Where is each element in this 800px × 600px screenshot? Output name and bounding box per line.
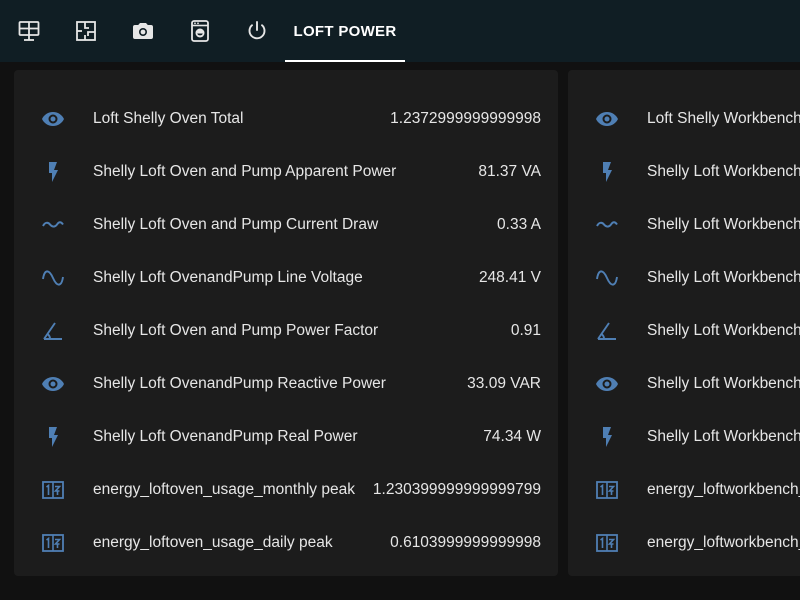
top-toolbar: LOFT POWER bbox=[0, 0, 800, 62]
entities-card-loft-oven: Loft Shelly Oven Total 1.237299999999999… bbox=[14, 70, 558, 576]
entity-value: 248.41 V bbox=[478, 268, 541, 286]
entity-value: 74.34 W bbox=[483, 427, 541, 445]
entity-value: 0.91 bbox=[510, 321, 541, 339]
entity-name: Shelly Loft Workbench bbox=[647, 321, 800, 339]
floorplan-icon bbox=[75, 21, 96, 41]
entities-card-loft-workbench: Loft Shelly Workbench Shelly Loft Workbe… bbox=[568, 70, 800, 576]
entity-value: 81.37 VA bbox=[478, 162, 541, 180]
tab-loft-power[interactable]: LOFT POWER bbox=[285, 0, 405, 62]
sine-wave-icon bbox=[40, 265, 66, 291]
angle-icon bbox=[40, 318, 66, 344]
tab-dashboard[interactable] bbox=[0, 0, 57, 62]
entity-row[interactable]: Shelly Loft Workbench bbox=[568, 251, 800, 304]
entity-name: Shelly Loft OvenandPump Real Power bbox=[93, 427, 358, 445]
entity-row[interactable]: Shelly Loft Workbench bbox=[568, 410, 800, 463]
entity-row[interactable]: Loft Shelly Workbench bbox=[568, 92, 800, 145]
entity-row[interactable]: Loft Shelly Oven Total 1.237299999999999… bbox=[14, 92, 558, 145]
entity-row[interactable]: energy_loftoven_usage_monthly peak 1.230… bbox=[14, 463, 558, 516]
washing-machine-icon bbox=[190, 20, 209, 42]
entity-value: 1.230399999999999799 bbox=[372, 480, 541, 498]
entity-name: Shelly Loft Workbench bbox=[647, 268, 800, 286]
entity-name: Shelly Loft Oven and Pump Apparent Power bbox=[93, 162, 397, 180]
entity-row[interactable]: energy_loftworkbench_ bbox=[568, 463, 800, 516]
angle-icon bbox=[594, 318, 620, 344]
entity-name: Loft Shelly Oven Total bbox=[93, 109, 244, 127]
entity-row[interactable]: Shelly Loft Oven and Pump Current Draw 0… bbox=[14, 198, 558, 251]
entity-value: 0.33 A bbox=[497, 215, 541, 233]
entity-value: 1.2372999999999998 bbox=[390, 109, 541, 127]
eye-icon bbox=[594, 106, 620, 132]
entity-row[interactable]: Shelly Loft Workbench bbox=[568, 304, 800, 357]
flash-icon bbox=[40, 159, 66, 185]
camera-icon bbox=[132, 23, 153, 39]
entity-name: Shelly Loft Workbench bbox=[647, 427, 800, 445]
entity-row[interactable]: energy_loftoven_usage_daily peak 0.61039… bbox=[14, 516, 558, 569]
sine-wave-icon bbox=[594, 265, 620, 291]
entity-row[interactable]: Shelly Loft OvenandPump Reactive Power 3… bbox=[14, 357, 558, 410]
flash-icon bbox=[40, 424, 66, 450]
eye-icon bbox=[40, 371, 66, 397]
entity-row[interactable]: Shelly Loft Workbench bbox=[568, 198, 800, 251]
dashboard-icon bbox=[18, 21, 39, 41]
entity-name: Loft Shelly Workbench bbox=[647, 109, 800, 127]
entity-name: Shelly Loft Workbench bbox=[647, 215, 800, 233]
entity-name: Shelly Loft Oven and Pump Power Factor bbox=[93, 321, 379, 339]
entity-name: energy_loftoven_usage_daily peak bbox=[93, 533, 333, 551]
tab-camera[interactable] bbox=[114, 0, 171, 62]
entity-row[interactable]: Shelly Loft Workbench bbox=[568, 145, 800, 198]
entity-row[interactable]: Shelly Loft Workbench bbox=[568, 357, 800, 410]
tab-loft-power-label: LOFT POWER bbox=[293, 22, 397, 40]
entity-row[interactable]: Shelly Loft Oven and Pump Apparent Power… bbox=[14, 145, 558, 198]
dashboard-content: Loft Shelly Oven Total 1.237299999999999… bbox=[0, 62, 800, 600]
tab-laundry[interactable] bbox=[171, 0, 228, 62]
power-icon bbox=[248, 21, 265, 40]
entity-name: Shelly Loft Workbench bbox=[647, 162, 800, 180]
entity-value: 0.6103999999999998 bbox=[390, 533, 541, 551]
counter-icon bbox=[594, 530, 620, 556]
flash-icon bbox=[594, 159, 620, 185]
tab-power[interactable] bbox=[228, 0, 285, 62]
flash-icon bbox=[594, 424, 620, 450]
entity-name: energy_loftoven_usage_monthly peak bbox=[93, 480, 355, 498]
entity-row[interactable]: Shelly Loft Oven and Pump Power Factor 0… bbox=[14, 304, 558, 357]
eye-icon bbox=[594, 371, 620, 397]
entity-name: energy_loftworkbench_ bbox=[647, 533, 800, 551]
entity-name: Shelly Loft OvenandPump Line Voltage bbox=[93, 268, 363, 286]
counter-icon bbox=[40, 530, 66, 556]
entity-name: energy_loftworkbench_ bbox=[647, 480, 800, 498]
entity-value: 33.09 VAR bbox=[467, 374, 541, 392]
current-ac-icon bbox=[594, 212, 620, 238]
eye-icon bbox=[40, 106, 66, 132]
tab-floorplan[interactable] bbox=[57, 0, 114, 62]
entity-name: Shelly Loft Oven and Pump Current Draw bbox=[93, 215, 379, 233]
counter-icon bbox=[594, 477, 620, 503]
entity-row[interactable]: Shelly Loft OvenandPump Real Power 74.34… bbox=[14, 410, 558, 463]
entity-name: Shelly Loft OvenandPump Reactive Power bbox=[93, 374, 386, 392]
entity-name: Shelly Loft Workbench bbox=[647, 374, 800, 392]
entity-row[interactable]: Shelly Loft OvenandPump Line Voltage 248… bbox=[14, 251, 558, 304]
counter-icon bbox=[40, 477, 66, 503]
current-ac-icon bbox=[40, 212, 66, 238]
entity-row[interactable]: energy_loftworkbench_ bbox=[568, 516, 800, 569]
